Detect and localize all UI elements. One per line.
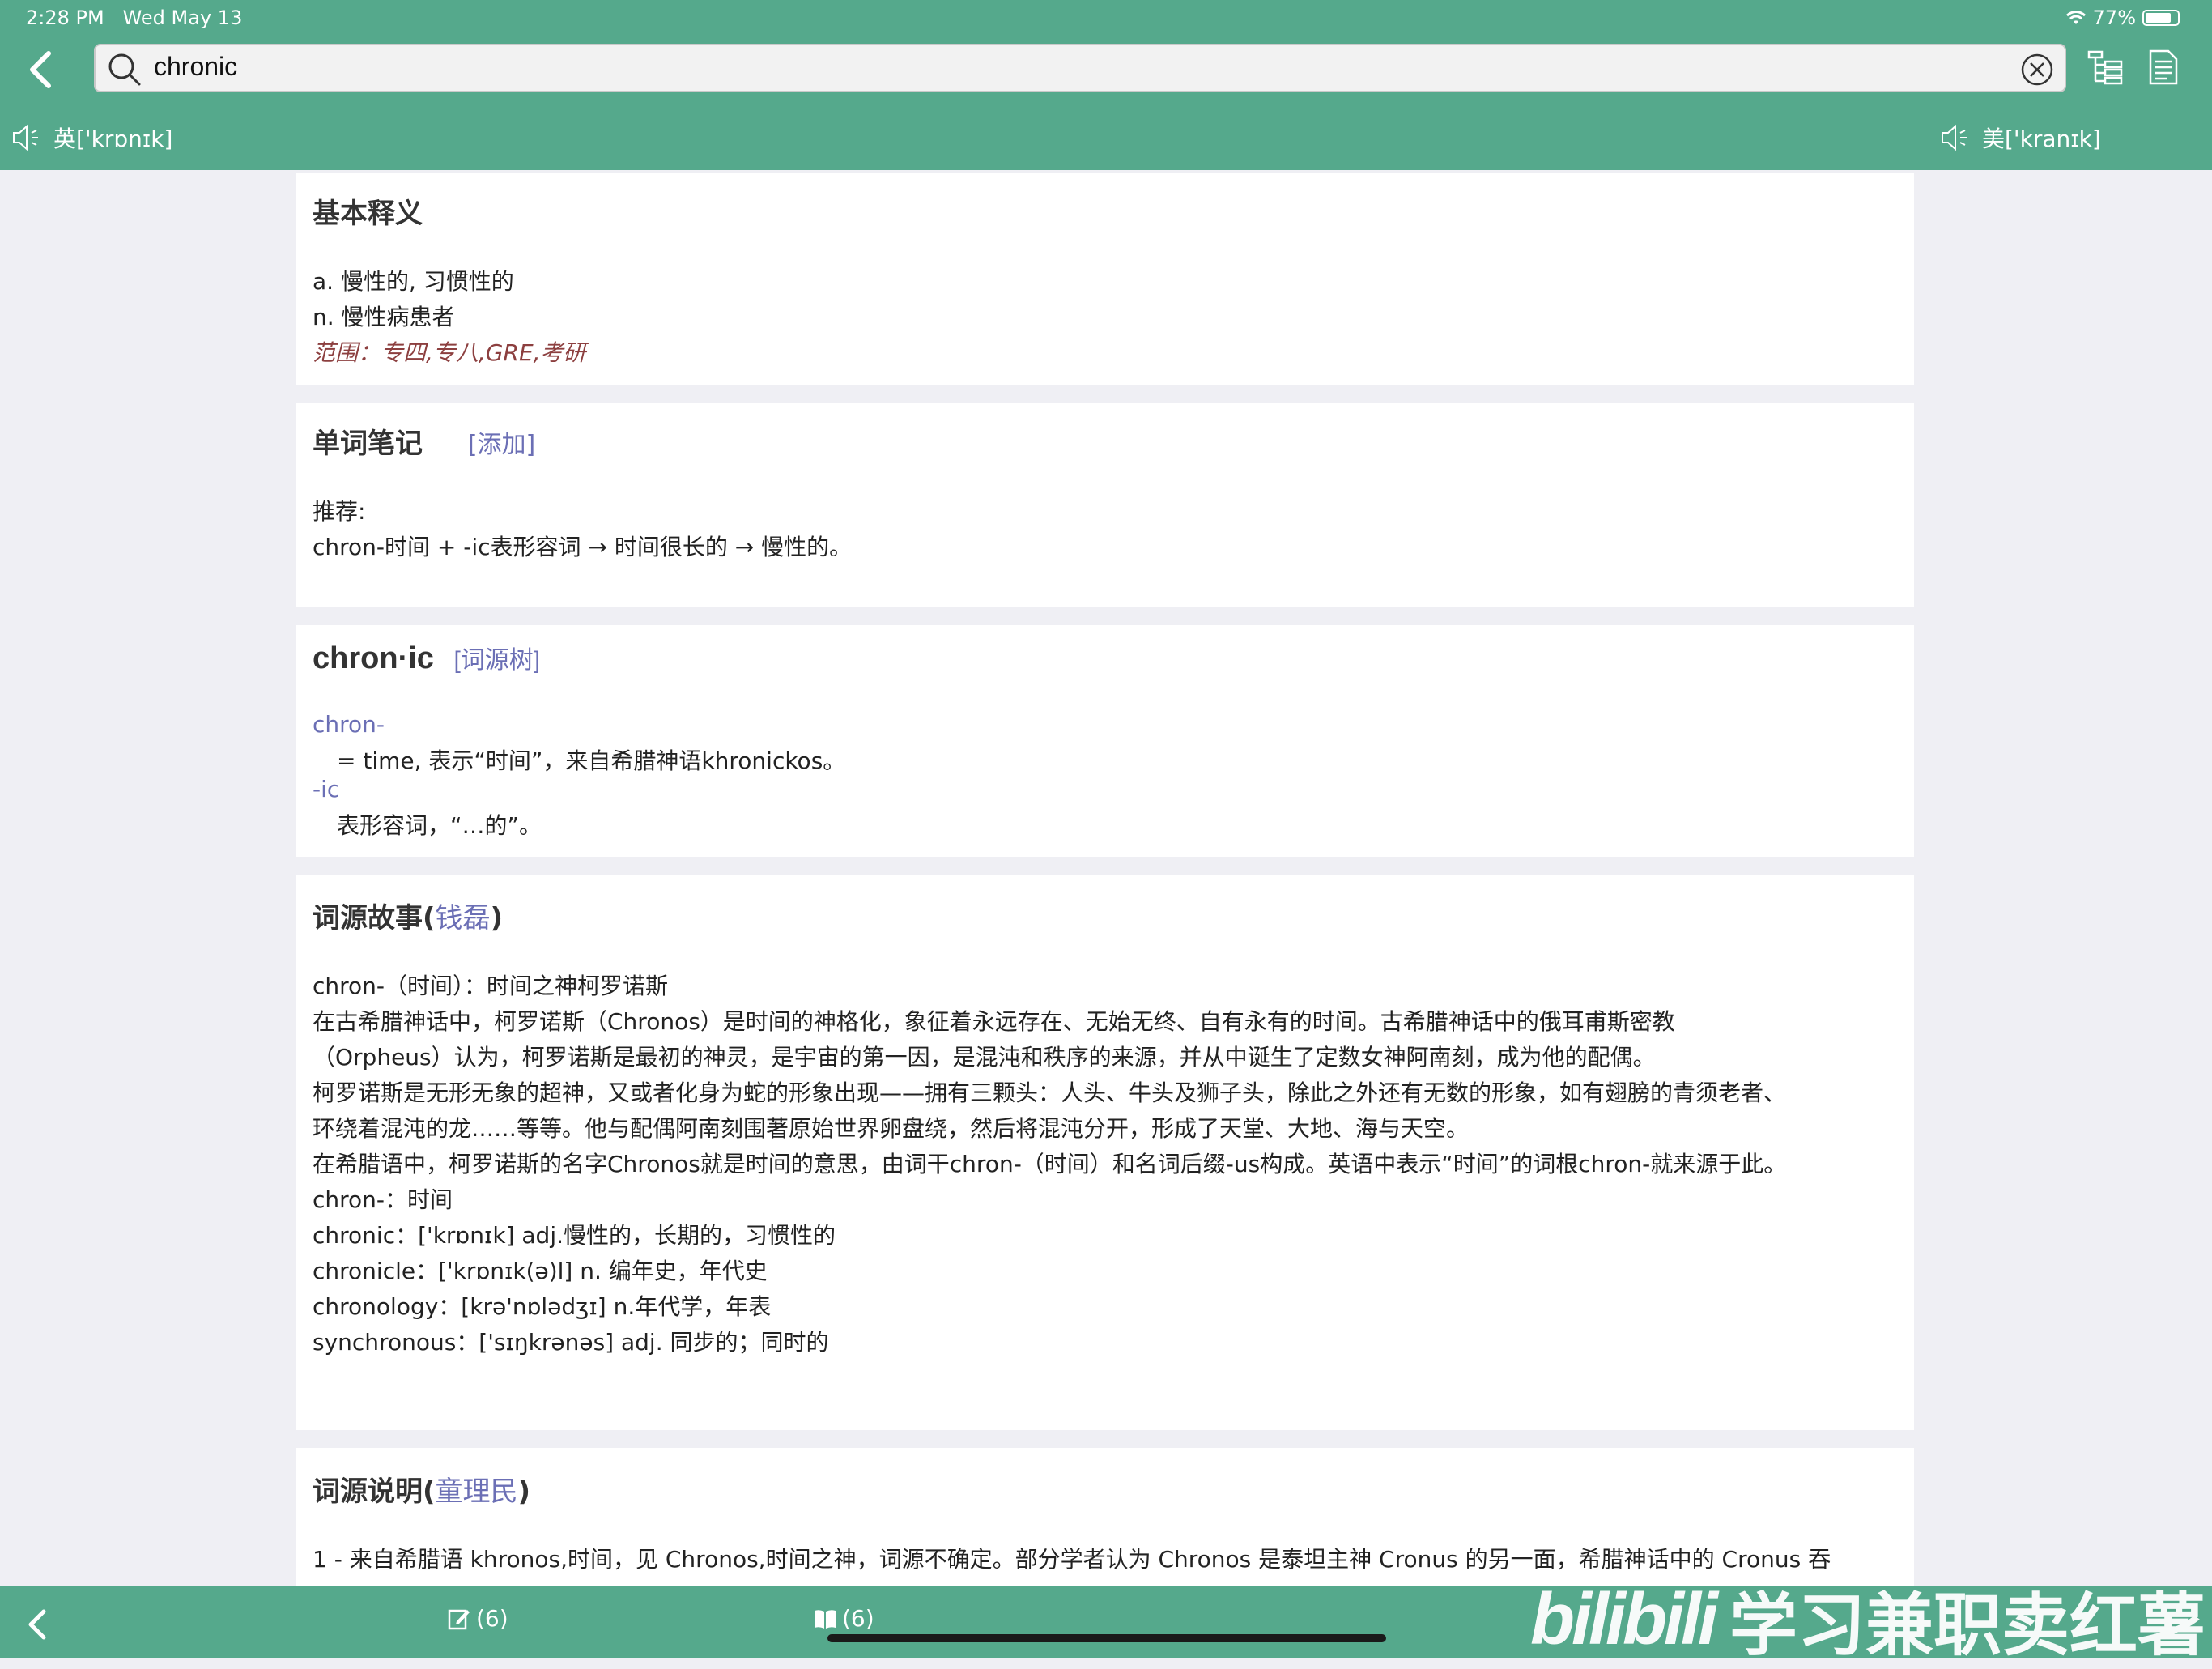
word-notes-title-text: 单词笔记 (313, 428, 423, 460)
watermark-text: 学习兼职卖红薯 (1729, 1585, 2206, 1665)
notes-button[interactable]: (6) (447, 1605, 508, 1632)
etymology-explanation-card: 词源说明(童理民) 1 - 来自希腊语 khronos,时间，见 Chronos… (296, 1448, 1914, 1586)
bilibili-logo: bilibili (1530, 1578, 1718, 1660)
basic-meaning-title: 基本释义 (313, 198, 423, 230)
word-notes-card: 单词笔记 [添加] 推荐: chron-时间 + -ic表形容词 → 时间很长的… (296, 403, 1914, 607)
date: Wed May 13 (122, 6, 243, 29)
book-count: (6) (842, 1605, 874, 1632)
explanation-author-link[interactable]: 童理民 (436, 1475, 518, 1508)
status-right: 77% (2065, 6, 2180, 29)
status-time: 2:28 PM Wed May 13 (26, 6, 242, 29)
story-title-prefix: 词源故事( (313, 902, 436, 935)
etymology-card: chron·ic [词源树] chron- = time, 表示“时间”，来自希… (296, 625, 1914, 857)
clear-icon[interactable] (2019, 52, 2055, 87)
story-line: 环绕着混沌的龙……等等。他与配偶阿南刻围著原始世界卵盘绕，然后将混沌分开，形成了… (313, 1115, 1470, 1142)
pronunciation-uk-text: 英['krɒnɪk] (53, 126, 173, 152)
story-line: （Orpheus）认为，柯罗诺斯是最初的神灵，是宇宙的第一因，是混沌和秩序的来源… (313, 1044, 1656, 1071)
story-line: chronology：[krə'nɒlədʒɪ] n.年代学，年表 (313, 1293, 772, 1320)
story-title: 词源故事(钱磊) (313, 896, 503, 935)
add-note-link[interactable]: [添加] (468, 431, 535, 459)
etymology-tree-link[interactable]: [词源树] (453, 647, 540, 674)
search-box[interactable]: chronic (94, 44, 2066, 92)
meaning-noun: n. 慢性病患者 (313, 304, 455, 330)
explanation-line: 1 - 来自希腊语 khronos,时间，见 Chronos,时间之神，词源不确… (313, 1546, 1831, 1573)
home-indicator (827, 1634, 1386, 1642)
root-chron-desc: = time, 表示“时间”，来自希腊神语khronickos。 (337, 747, 846, 774)
story-line: 柯罗诺斯是无形无象的超神，又或者化身为蛇的形象出现——拥有三颗头：人头、牛头及狮… (313, 1079, 1787, 1106)
basic-meaning-card: 基本释义 a. 慢性的, 习惯性的 n. 慢性病患者 范围：专四,专八,GRE,… (296, 173, 1914, 385)
battery-percent: 77% (2092, 6, 2136, 29)
back-arrow-icon[interactable] (23, 49, 58, 91)
top-bar: 2:28 PM Wed May 13 77% chronic 英['krɒnɪk… (0, 0, 2212, 170)
note-text: chron-时间 + -ic表形容词 → 时间很长的 → 慢性的。 (313, 534, 853, 560)
document-icon[interactable] (2147, 49, 2180, 86)
recommend-label: 推荐: (313, 498, 366, 525)
explanation-title: 词源说明(童理民) (313, 1469, 530, 1509)
story-line: 在古希腊神话中，柯罗诺斯（Chronos）是时间的神格化，象征着永远存在、无始无… (313, 1008, 1675, 1035)
clock: 2:28 PM (26, 6, 104, 29)
story-line: 在希腊语中，柯罗诺斯的名字Chronos就是时间的意思，由词干chron-（时间… (313, 1151, 1787, 1177)
search-input[interactable]: chronic (154, 52, 237, 82)
story-title-suffix: ) (490, 902, 504, 935)
battery-icon (2142, 10, 2180, 26)
pronunciation-us-text: 美['kranɪk] (1982, 126, 2101, 152)
etymology-word-title: chron·ic [词源树] (313, 640, 540, 676)
meaning-adj: a. 慢性的, 习惯性的 (313, 268, 514, 295)
search-icon (108, 53, 141, 86)
story-line: synchronous：['sɪŋkrənəs] adj. 同步的；同时的 (313, 1329, 829, 1356)
suffix-ic[interactable]: -ic (313, 776, 339, 803)
story-line: chron-（时间）：时间之神柯罗诺斯 (313, 973, 669, 999)
book-icon (815, 1609, 836, 1629)
explanation-title-prefix: 词源说明( (313, 1475, 436, 1508)
word-notes-title: 单词笔记 [添加] (313, 421, 535, 461)
notes-count: (6) (476, 1605, 508, 1632)
story-author-link[interactable]: 钱磊 (436, 902, 491, 935)
suffix-ic-desc: 表形容词，“…的”。 (337, 812, 542, 839)
explanation-title-suffix: ) (517, 1475, 531, 1508)
root-chron[interactable]: chron- (313, 711, 385, 738)
story-line: chronic：['krɒnɪk] adj.慢性的，长期的，习惯性的 (313, 1222, 836, 1249)
etymology-story-card: 词源故事(钱磊) chron-（时间）：时间之神柯罗诺斯 在古希腊神话中，柯罗诺… (296, 875, 1914, 1430)
exam-range: 范围：专四,专八,GRE,考研 (313, 339, 586, 366)
speaker-icon (1942, 124, 1967, 151)
story-line: chron-：时间 (313, 1186, 453, 1213)
wordbook-button[interactable]: (6) (813, 1605, 874, 1632)
pronunciation-uk[interactable]: 英['krɒnɪk] (11, 121, 172, 154)
pronunciation-us[interactable]: 美['kranɪk] (1940, 121, 2101, 154)
speaker-icon (13, 124, 38, 151)
watermark: bilibili 学习兼职卖红薯 (1530, 1578, 2206, 1665)
etymology-word: chron·ic (313, 641, 434, 675)
back-arrow-icon[interactable] (24, 1607, 52, 1642)
edit-note-icon (448, 1609, 470, 1629)
wifi-icon (2065, 11, 2086, 24)
story-line: chronicle：['krɒnɪk(ə)l] n. 编年史，年代史 (313, 1258, 768, 1284)
tree-list-icon[interactable] (2087, 49, 2125, 86)
